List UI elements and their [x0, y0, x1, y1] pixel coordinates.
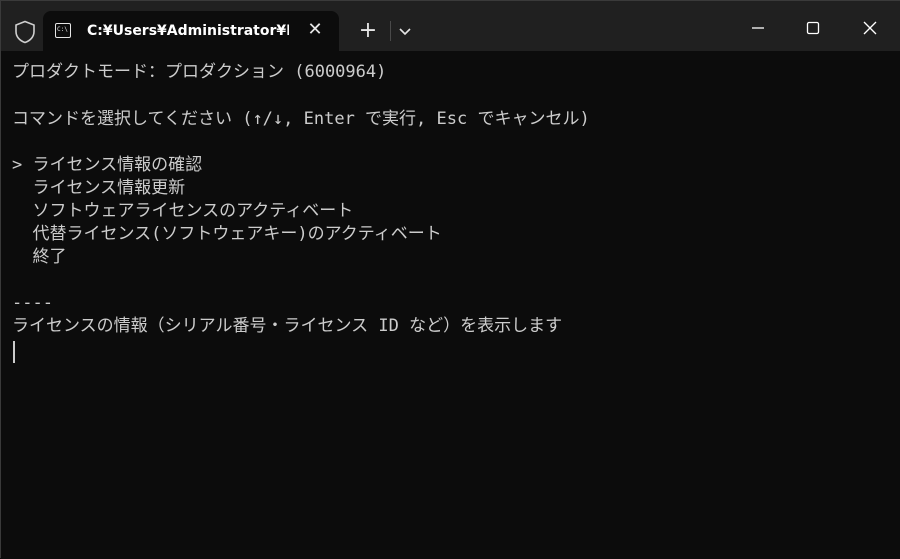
divider-line: ----	[12, 293, 53, 313]
tab-title: C:¥Users¥Administrator¥Deskt	[87, 23, 289, 39]
new-tab-button[interactable]: +	[357, 20, 379, 42]
product-mode-line: プロダクトモード：プロダクション (6000964)	[12, 62, 387, 82]
shield-icon	[15, 20, 35, 44]
command-prompt-line: コマンドを選択してください (↑/↓, Enter で実行, Esc でキャンセ…	[12, 109, 590, 129]
menu-item-software-activation[interactable]: ソフトウェアライセンスのアクティベート	[12, 200, 353, 222]
tab-terminal[interactable]: C:\ C:¥Users¥Administrator¥Deskt ✕	[43, 11, 339, 51]
terminal-icon: C:\	[55, 23, 71, 38]
terminal-output[interactable]: プロダクトモード：プロダクション (6000964) コマンドを選択してください…	[1, 51, 900, 559]
menu-item-license-info[interactable]: > ライセンス情報の確認	[12, 154, 202, 176]
close-tab-icon[interactable]: ✕	[305, 20, 325, 40]
close-window-button[interactable]	[847, 13, 893, 43]
chevron-down-icon[interactable]	[397, 23, 413, 39]
menu-item-alt-license-activation[interactable]: 代替ライセンス(ソフトウェアキー)のアクティベート	[12, 223, 441, 245]
minimize-icon	[752, 27, 764, 29]
text-cursor	[13, 341, 15, 363]
menu-item-exit[interactable]: 終了	[12, 246, 66, 268]
minimize-button[interactable]	[735, 13, 781, 43]
separator	[390, 21, 391, 41]
menu-item-license-update[interactable]: ライセンス情報更新	[12, 177, 185, 199]
terminal-window: C:\ C:¥Users¥Administrator¥Deskt ✕ +	[0, 0, 900, 559]
maximize-button[interactable]	[790, 13, 836, 43]
maximize-icon	[806, 21, 820, 35]
title-bar[interactable]: C:\ C:¥Users¥Administrator¥Deskt ✕ +	[1, 1, 900, 51]
close-icon	[863, 21, 877, 35]
description-line: ライセンスの情報（シリアル番号・ライセンス ID など）を表示します	[12, 316, 563, 336]
